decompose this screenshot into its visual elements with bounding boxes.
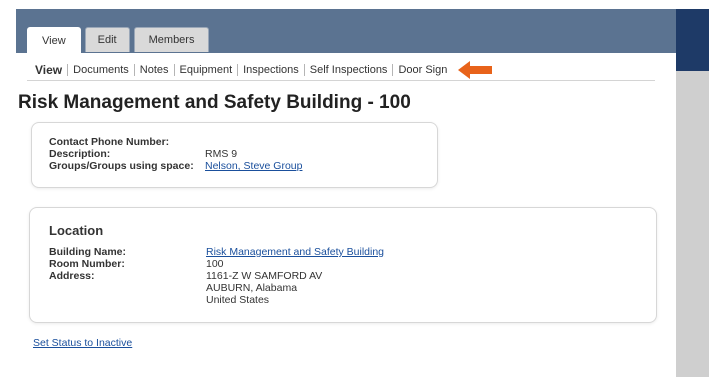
address-line-1: 1161-Z W SAMFORD AV [206,270,323,282]
header-band-right [676,9,709,71]
address-line-2: AUBURN, Alabama [206,282,298,294]
subnav-equipment[interactable]: Equipment [175,60,238,80]
location-heading: Location [49,223,104,238]
details-card: Contact Phone Number: Description: RMS 9… [31,122,438,188]
top-strip [0,0,709,9]
subnav-self-inspections[interactable]: Self Inspections [305,60,393,80]
address-label: Address: [49,270,95,282]
building-name-label: Building Name: [49,246,127,258]
description-label: Description: [49,148,111,160]
left-arrow-icon [458,60,494,80]
address-line-3: United States [206,294,270,306]
right-gutter [676,71,709,377]
page-title: Risk Management and Safety Building - 10… [18,92,411,113]
tab-edit[interactable]: Edit [84,27,130,52]
tab-members[interactable]: Members [133,27,210,52]
subnav-inspections[interactable]: Inspections [238,60,304,80]
subnav-notes[interactable]: Notes [135,60,174,80]
contact-phone-label: Contact Phone Number: [49,136,170,148]
subnav-view[interactable]: View [27,60,67,80]
subnav-documents[interactable]: Documents [68,60,134,80]
left-gutter [0,9,16,377]
subnav-door-sign[interactable]: Door Sign [393,60,452,80]
building-name-link[interactable]: Risk Management and Safety Building [206,246,384,258]
room-number-value: 100 [206,258,224,270]
location-card: Location Building Name: Risk Management … [29,207,657,323]
room-number-label: Room Number: [49,258,125,270]
set-status-inactive-link[interactable]: Set Status to Inactive [33,337,132,349]
tab-view[interactable]: View [27,27,81,54]
tab-bar: View Edit Members [27,27,210,54]
groups-label: Groups/Groups using space: [49,160,194,172]
sub-navigation: View Documents Notes Equipment Inspectio… [27,60,655,81]
description-value: RMS 9 [205,148,238,160]
groups-link[interactable]: Nelson, Steve Group [205,160,302,172]
